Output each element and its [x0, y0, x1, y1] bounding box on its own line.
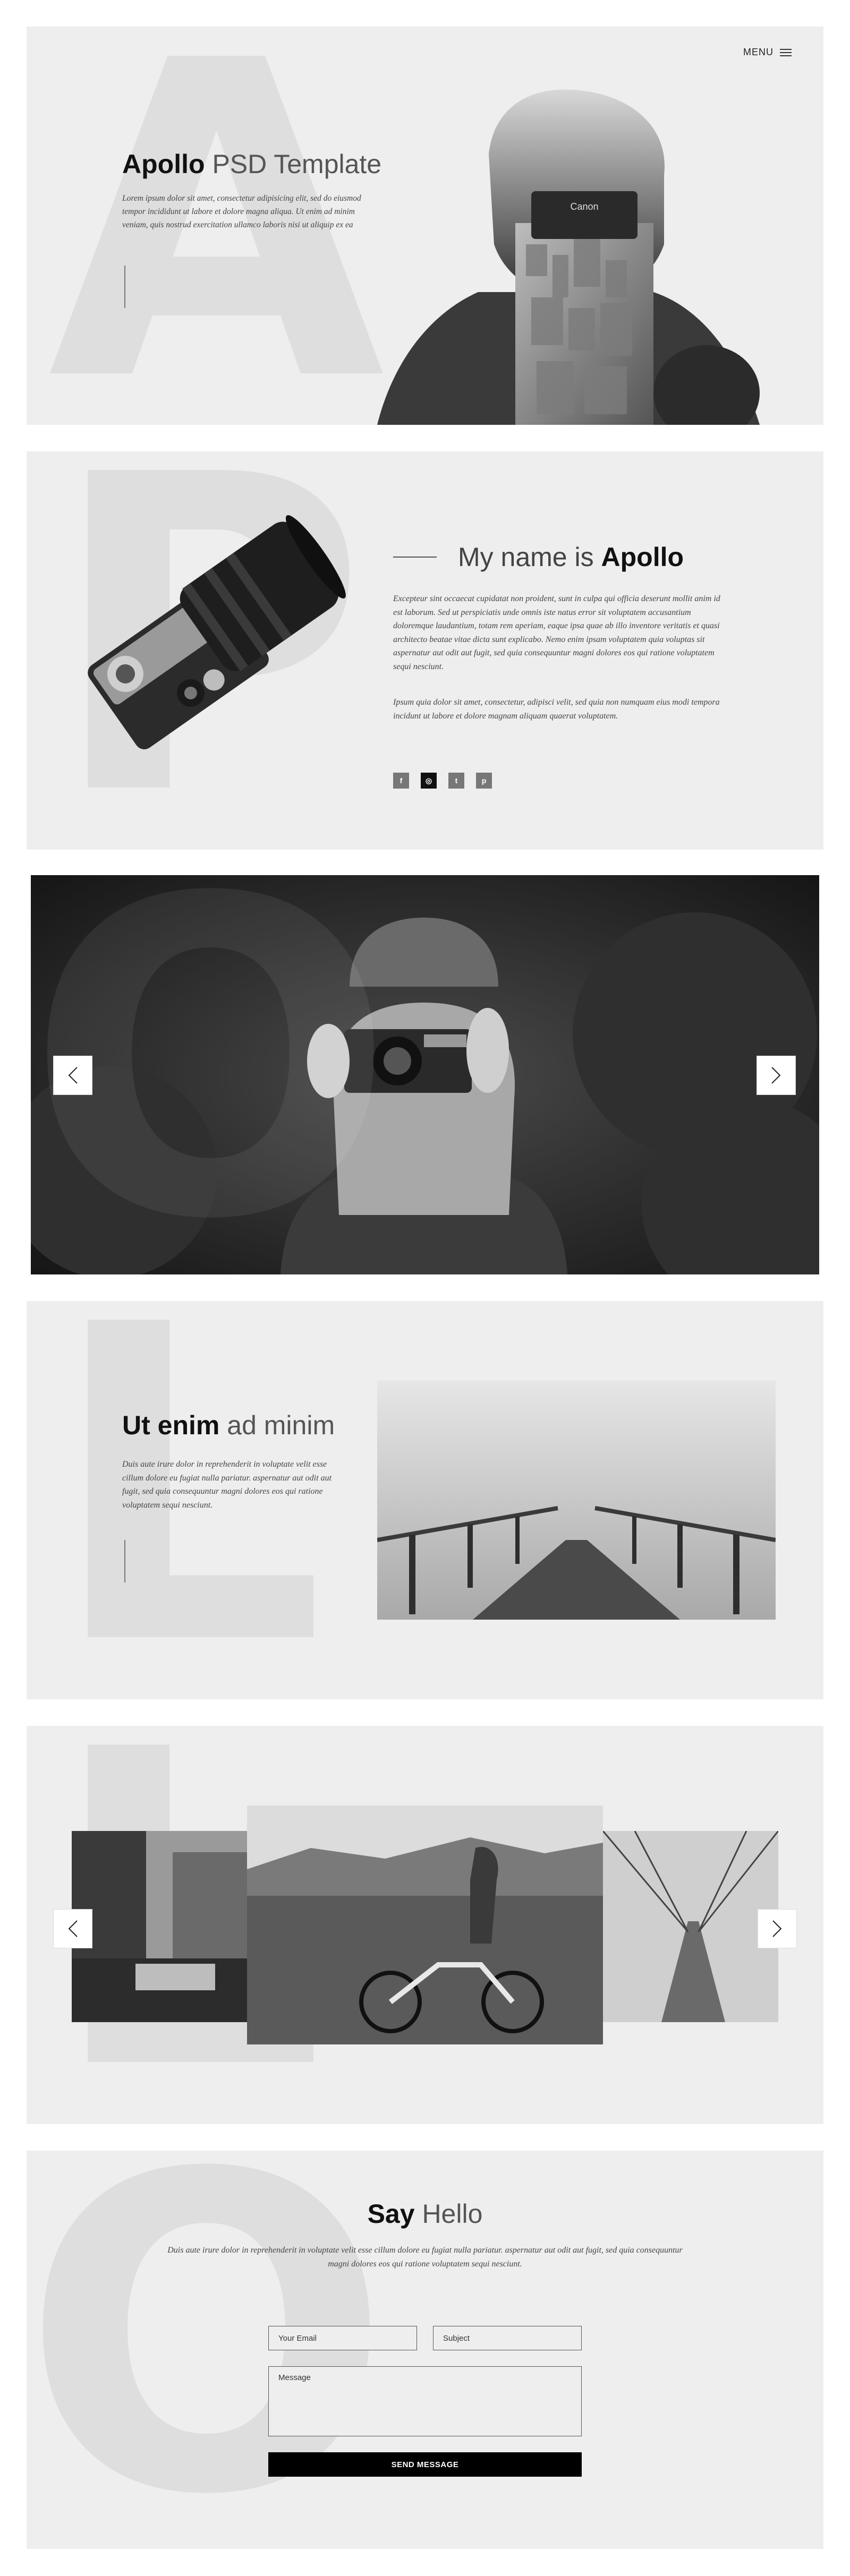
- about-paragraph-2: Ipsum quia dolor sit amet, consectetur, …: [393, 698, 720, 721]
- feature-title: Ut enim ad minim: [122, 1410, 335, 1441]
- hero-divider: [124, 266, 125, 308]
- chevron-left-icon: [68, 1920, 78, 1937]
- instagram-icon[interactable]: ◎: [421, 773, 437, 789]
- about-title-rule: [393, 557, 437, 558]
- about-title: My name is Apollo: [393, 542, 684, 572]
- camera-image: [58, 504, 356, 781]
- feature-title-light: ad minim: [227, 1410, 335, 1440]
- chevron-right-icon: [772, 1920, 782, 1937]
- contact-section: O Say Hello Duis aute irure dolor in rep…: [27, 2151, 823, 2549]
- pinterest-icon[interactable]: p: [476, 773, 492, 789]
- hero-section: A Canon MENU Apollo PSD Template Lorem i…: [27, 27, 823, 425]
- twitter-icon[interactable]: t: [448, 773, 464, 789]
- bridge-image: [377, 1381, 776, 1620]
- gallery-next-button[interactable]: [758, 1909, 797, 1948]
- about-paragraph-1: Excepteur sint occaecat cupidatat non pr…: [393, 594, 720, 671]
- hero-title-bold: Apollo: [122, 149, 205, 179]
- contact-title-light: Hello: [422, 2199, 483, 2229]
- gallery-section: L: [27, 1726, 823, 2124]
- hamburger-icon: [780, 48, 792, 56]
- feature-title-bold: Ut enim: [122, 1410, 220, 1440]
- send-message-button[interactable]: SEND MESSAGE: [268, 2452, 582, 2477]
- gallery-image-center: [247, 1805, 603, 2044]
- email-field[interactable]: [268, 2326, 417, 2350]
- slider-next-button[interactable]: [756, 1056, 796, 1095]
- hero-title-light: PSD Template: [212, 149, 382, 179]
- about-title-bold: Apollo: [601, 542, 684, 572]
- about-section: P My name is Apollo Excepteur sint occae…: [27, 451, 823, 850]
- feature-text: Duis aute irure dolor in reprehenderit i…: [122, 1460, 332, 1510]
- chevron-left-icon: [68, 1067, 78, 1084]
- feature-divider: [124, 1540, 125, 1582]
- message-field[interactable]: [268, 2366, 582, 2436]
- about-title-light: My name is: [458, 542, 594, 572]
- hero-text: Lorem ipsum dolor sit amet, consectetur …: [122, 194, 361, 229]
- photo-slider-section: O: [31, 875, 819, 1274]
- social-links: f ◎ t p: [393, 773, 492, 789]
- facebook-icon[interactable]: f: [393, 773, 409, 789]
- contact-text: Duis aute irure dolor in reprehenderit i…: [167, 2246, 683, 2269]
- subject-field[interactable]: [433, 2326, 582, 2350]
- gallery-image-right: [603, 1831, 778, 2022]
- feature-section: L Ut enim ad minim Duis aute irure dolor…: [27, 1301, 823, 1699]
- menu-button[interactable]: MENU: [743, 47, 792, 58]
- contact-title: Say Hello: [27, 2198, 823, 2229]
- contact-title-bold: Say: [367, 2199, 415, 2229]
- hero-image: Canon: [356, 85, 781, 425]
- hero-title: Apollo PSD Template: [122, 149, 381, 179]
- menu-label: MENU: [743, 47, 774, 57]
- gallery-prev-button[interactable]: [53, 1909, 92, 1948]
- chevron-right-icon: [771, 1067, 781, 1084]
- svg-text:Canon: Canon: [570, 201, 598, 212]
- slider-prev-button[interactable]: [53, 1056, 92, 1095]
- gallery-image-left: [72, 1831, 247, 2022]
